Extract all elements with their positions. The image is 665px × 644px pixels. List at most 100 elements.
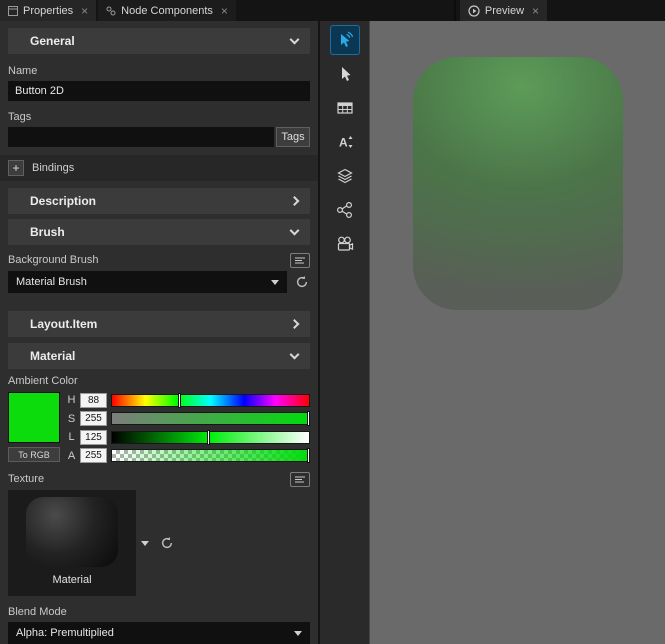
pick-tool-button[interactable] bbox=[331, 26, 359, 54]
saturation-value-input[interactable] bbox=[80, 411, 107, 426]
editor-lines-icon bbox=[294, 475, 306, 484]
lightness-channel-row: L bbox=[67, 429, 310, 445]
camera-tool-icon bbox=[336, 235, 354, 253]
chevron-right-icon bbox=[290, 196, 300, 206]
alpha-slider[interactable] bbox=[111, 449, 310, 462]
scene-graph-tool-button[interactable] bbox=[331, 196, 359, 224]
chevron-down-icon bbox=[294, 631, 302, 636]
hue-channel-row: H bbox=[67, 392, 310, 408]
grid-tool-button[interactable] bbox=[331, 94, 359, 122]
texture-row: Material bbox=[8, 490, 310, 596]
section-brush-label: Brush bbox=[30, 225, 65, 239]
text-tool-icon: A bbox=[336, 133, 354, 151]
reset-icon bbox=[160, 536, 174, 550]
bindings-row: + Bindings bbox=[0, 155, 318, 181]
hue-slider[interactable] bbox=[111, 394, 310, 407]
close-icon[interactable]: × bbox=[221, 5, 228, 17]
preview-button-2d[interactable] bbox=[413, 57, 623, 310]
reset-brush-button[interactable] bbox=[294, 274, 310, 290]
tab-properties[interactable]: Properties × bbox=[0, 0, 96, 21]
lightness-slider-marker[interactable] bbox=[207, 430, 210, 445]
saturation-slider[interactable] bbox=[111, 412, 310, 425]
select-tool-icon bbox=[336, 65, 354, 83]
preview-panel: A bbox=[318, 21, 665, 644]
section-header-description[interactable]: Description bbox=[8, 188, 310, 214]
layers-tool-icon bbox=[336, 167, 354, 185]
hue-value-input[interactable] bbox=[80, 393, 107, 408]
lightness-slider[interactable] bbox=[111, 431, 310, 444]
tags-button[interactable]: Tags bbox=[276, 127, 310, 147]
tabbar-separator bbox=[454, 0, 456, 21]
section-header-material[interactable]: Material bbox=[8, 343, 310, 369]
chevron-down-icon[interactable] bbox=[141, 541, 149, 546]
open-texture-editor-button[interactable] bbox=[290, 472, 310, 487]
blend-mode-dropdown[interactable]: Alpha: Premultiplied bbox=[8, 622, 310, 644]
tabbar-spacer bbox=[236, 0, 454, 21]
editor-lines-icon bbox=[294, 256, 306, 265]
background-brush-value: Material Brush bbox=[16, 276, 87, 288]
blend-mode-value: Alpha: Premultiplied bbox=[16, 627, 114, 639]
tab-preview[interactable]: Preview × bbox=[460, 0, 547, 21]
section-header-brush[interactable]: Brush bbox=[8, 219, 310, 245]
hue-channel-label: H bbox=[67, 394, 76, 406]
texture-name: Material bbox=[52, 574, 91, 586]
section-header-layout-item[interactable]: Layout.Item bbox=[8, 311, 310, 337]
color-editor: To RGB H S bbox=[8, 392, 310, 464]
ambient-color-label: Ambient Color bbox=[8, 374, 310, 388]
section-header-general[interactable]: General bbox=[8, 28, 310, 54]
background-brush-dropdown[interactable]: Material Brush bbox=[8, 271, 287, 293]
alpha-value-input[interactable] bbox=[80, 448, 107, 463]
name-input[interactable] bbox=[8, 81, 310, 101]
material-preview-sphere bbox=[26, 497, 118, 567]
saturation-channel-row: S bbox=[67, 411, 310, 427]
alpha-slider-marker[interactable] bbox=[307, 448, 310, 463]
node-components-icon bbox=[106, 6, 116, 16]
pick-tool-icon bbox=[336, 31, 354, 49]
add-binding-button[interactable]: + bbox=[8, 160, 24, 176]
chevron-down-icon bbox=[290, 226, 300, 236]
bindings-label: Bindings bbox=[32, 162, 74, 174]
background-brush-label: Background Brush bbox=[8, 253, 99, 267]
section-material-label: Material bbox=[30, 349, 75, 363]
chevron-down-icon bbox=[271, 280, 279, 285]
lightness-value-input[interactable] bbox=[80, 430, 107, 445]
preview-toolbar: A bbox=[320, 21, 370, 644]
tags-label: Tags bbox=[8, 110, 310, 124]
text-tool-button[interactable]: A bbox=[331, 128, 359, 156]
reset-texture-button[interactable] bbox=[159, 535, 175, 551]
reset-icon bbox=[295, 275, 309, 289]
chevron-down-icon bbox=[290, 350, 300, 360]
blend-mode-label: Blend Mode bbox=[8, 605, 310, 619]
grid-tool-icon bbox=[336, 99, 354, 117]
preview-viewport[interactable] bbox=[370, 21, 665, 644]
section-general-label: General bbox=[30, 34, 75, 48]
to-rgb-button[interactable]: To RGB bbox=[8, 447, 60, 462]
select-tool-button[interactable] bbox=[331, 60, 359, 88]
saturation-slider-marker[interactable] bbox=[307, 411, 310, 426]
lightness-channel-label: L bbox=[67, 431, 76, 443]
tab-node-components[interactable]: Node Components × bbox=[98, 0, 236, 21]
layers-tool-button[interactable] bbox=[331, 162, 359, 190]
properties-panel-icon bbox=[8, 6, 18, 16]
color-swatch[interactable] bbox=[8, 392, 60, 443]
tab-preview-label: Preview bbox=[485, 5, 524, 17]
texture-label: Texture bbox=[8, 472, 44, 486]
play-circle-icon bbox=[468, 5, 480, 17]
camera-tool-button[interactable] bbox=[331, 230, 359, 258]
close-icon[interactable]: × bbox=[532, 5, 539, 17]
kanzi-studio-window: Properties × Node Components × Preview × bbox=[0, 0, 665, 644]
open-brush-editor-button[interactable] bbox=[290, 253, 310, 268]
top-tab-bar: Properties × Node Components × Preview × bbox=[0, 0, 665, 21]
close-icon[interactable]: × bbox=[81, 5, 88, 17]
hue-slider-marker[interactable] bbox=[178, 393, 181, 408]
texture-thumbnail[interactable]: Material bbox=[8, 490, 136, 596]
section-layout-item-label: Layout.Item bbox=[30, 317, 97, 331]
chevron-down-icon bbox=[290, 35, 300, 45]
alpha-channel-row: A bbox=[67, 448, 310, 464]
saturation-channel-label: S bbox=[67, 413, 76, 425]
alpha-channel-label: A bbox=[67, 450, 76, 462]
svg-text:A: A bbox=[339, 136, 348, 150]
scene-graph-tool-icon bbox=[336, 201, 354, 219]
tags-input[interactable] bbox=[8, 127, 274, 147]
section-description-label: Description bbox=[30, 194, 96, 208]
